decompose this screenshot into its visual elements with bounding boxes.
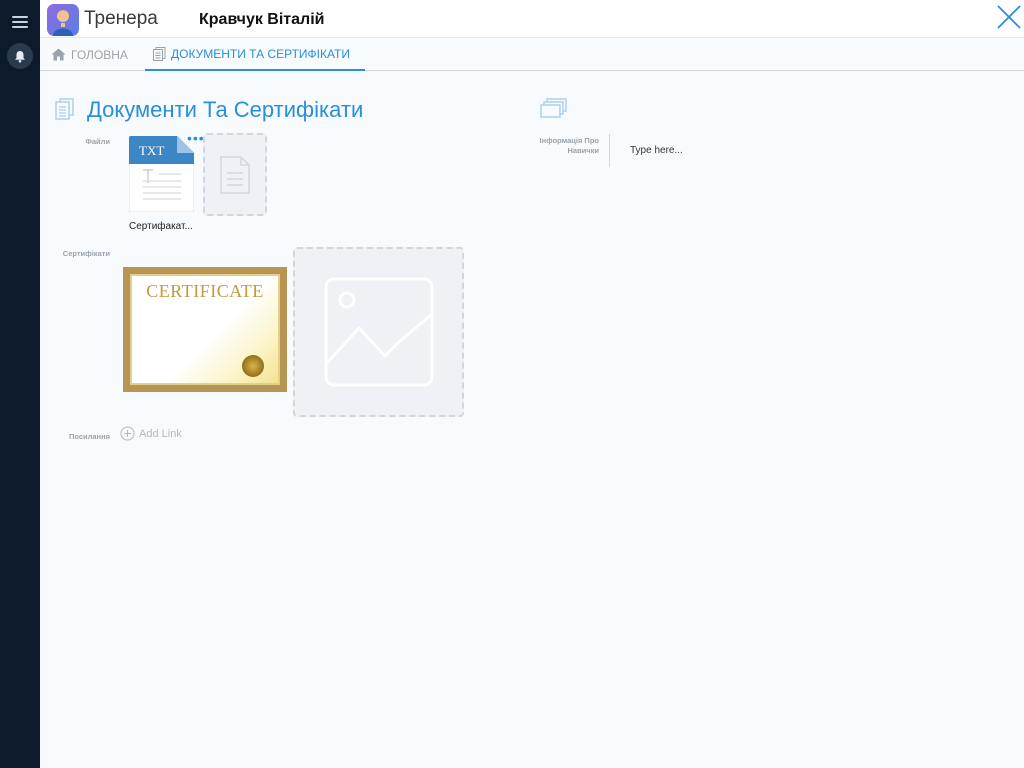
files-label: Файли (85, 137, 110, 146)
user-name: Кравчук Віталій (199, 11, 325, 28)
certificate-title: CERTIFICATE (146, 281, 264, 301)
add-file-dropzone[interactable] (203, 133, 267, 216)
plus-circle-icon (120, 426, 135, 441)
txt-file-icon: TXT (128, 135, 195, 213)
tab-home[interactable]: ГОЛОВНА (51, 38, 128, 71)
tab-documents-label: ДОКУМЕНТИ ТА СЕРТИФІКАТИ (171, 46, 350, 61)
tab-documents-certificates[interactable]: ДОКУМЕНТИ ТА СЕРТИФІКАТИ (145, 38, 365, 71)
documents-section-icon (55, 98, 75, 125)
document-icon (153, 46, 166, 61)
tab-home-label: ГОЛОВНА (71, 47, 128, 62)
notifications-bell-icon[interactable] (7, 43, 33, 69)
section-title: Документи Та Сертифікати (87, 97, 364, 122)
header: Тренера Кравчук Віталій (40, 0, 1024, 38)
app-title: Тренера (84, 8, 158, 29)
tab-bar: ГОЛОВНА ДОКУМЕНТИ ТА СЕРТИФІКАТИ (40, 38, 1024, 71)
trainer-avatar-icon (47, 4, 79, 36)
skills-info-label: Інформація Про Навички (539, 136, 599, 155)
add-certificate-dropzone[interactable] (293, 247, 464, 417)
skills-info-divider (609, 134, 610, 167)
skills-section-icon (540, 98, 568, 123)
certificate-image[interactable]: CERTIFICATE (123, 267, 287, 392)
file-item[interactable]: TXT (128, 135, 195, 213)
skills-info-input[interactable] (620, 141, 820, 159)
file-type-badge: TXT (139, 143, 164, 158)
add-document-icon (220, 155, 250, 194)
add-link-button[interactable]: Add Link (120, 426, 182, 441)
file-name: Сертифакат... (129, 221, 193, 232)
hamburger-menu-icon[interactable] (12, 16, 28, 29)
image-placeholder-icon (324, 277, 433, 387)
links-label: Посилання (68, 432, 110, 441)
home-icon (51, 48, 66, 61)
gold-seal-icon (242, 355, 264, 377)
close-icon[interactable] (994, 2, 1024, 32)
left-rail (0, 0, 40, 768)
certificates-label: Сертифікати (62, 249, 110, 258)
add-link-label: Add Link (139, 427, 182, 440)
